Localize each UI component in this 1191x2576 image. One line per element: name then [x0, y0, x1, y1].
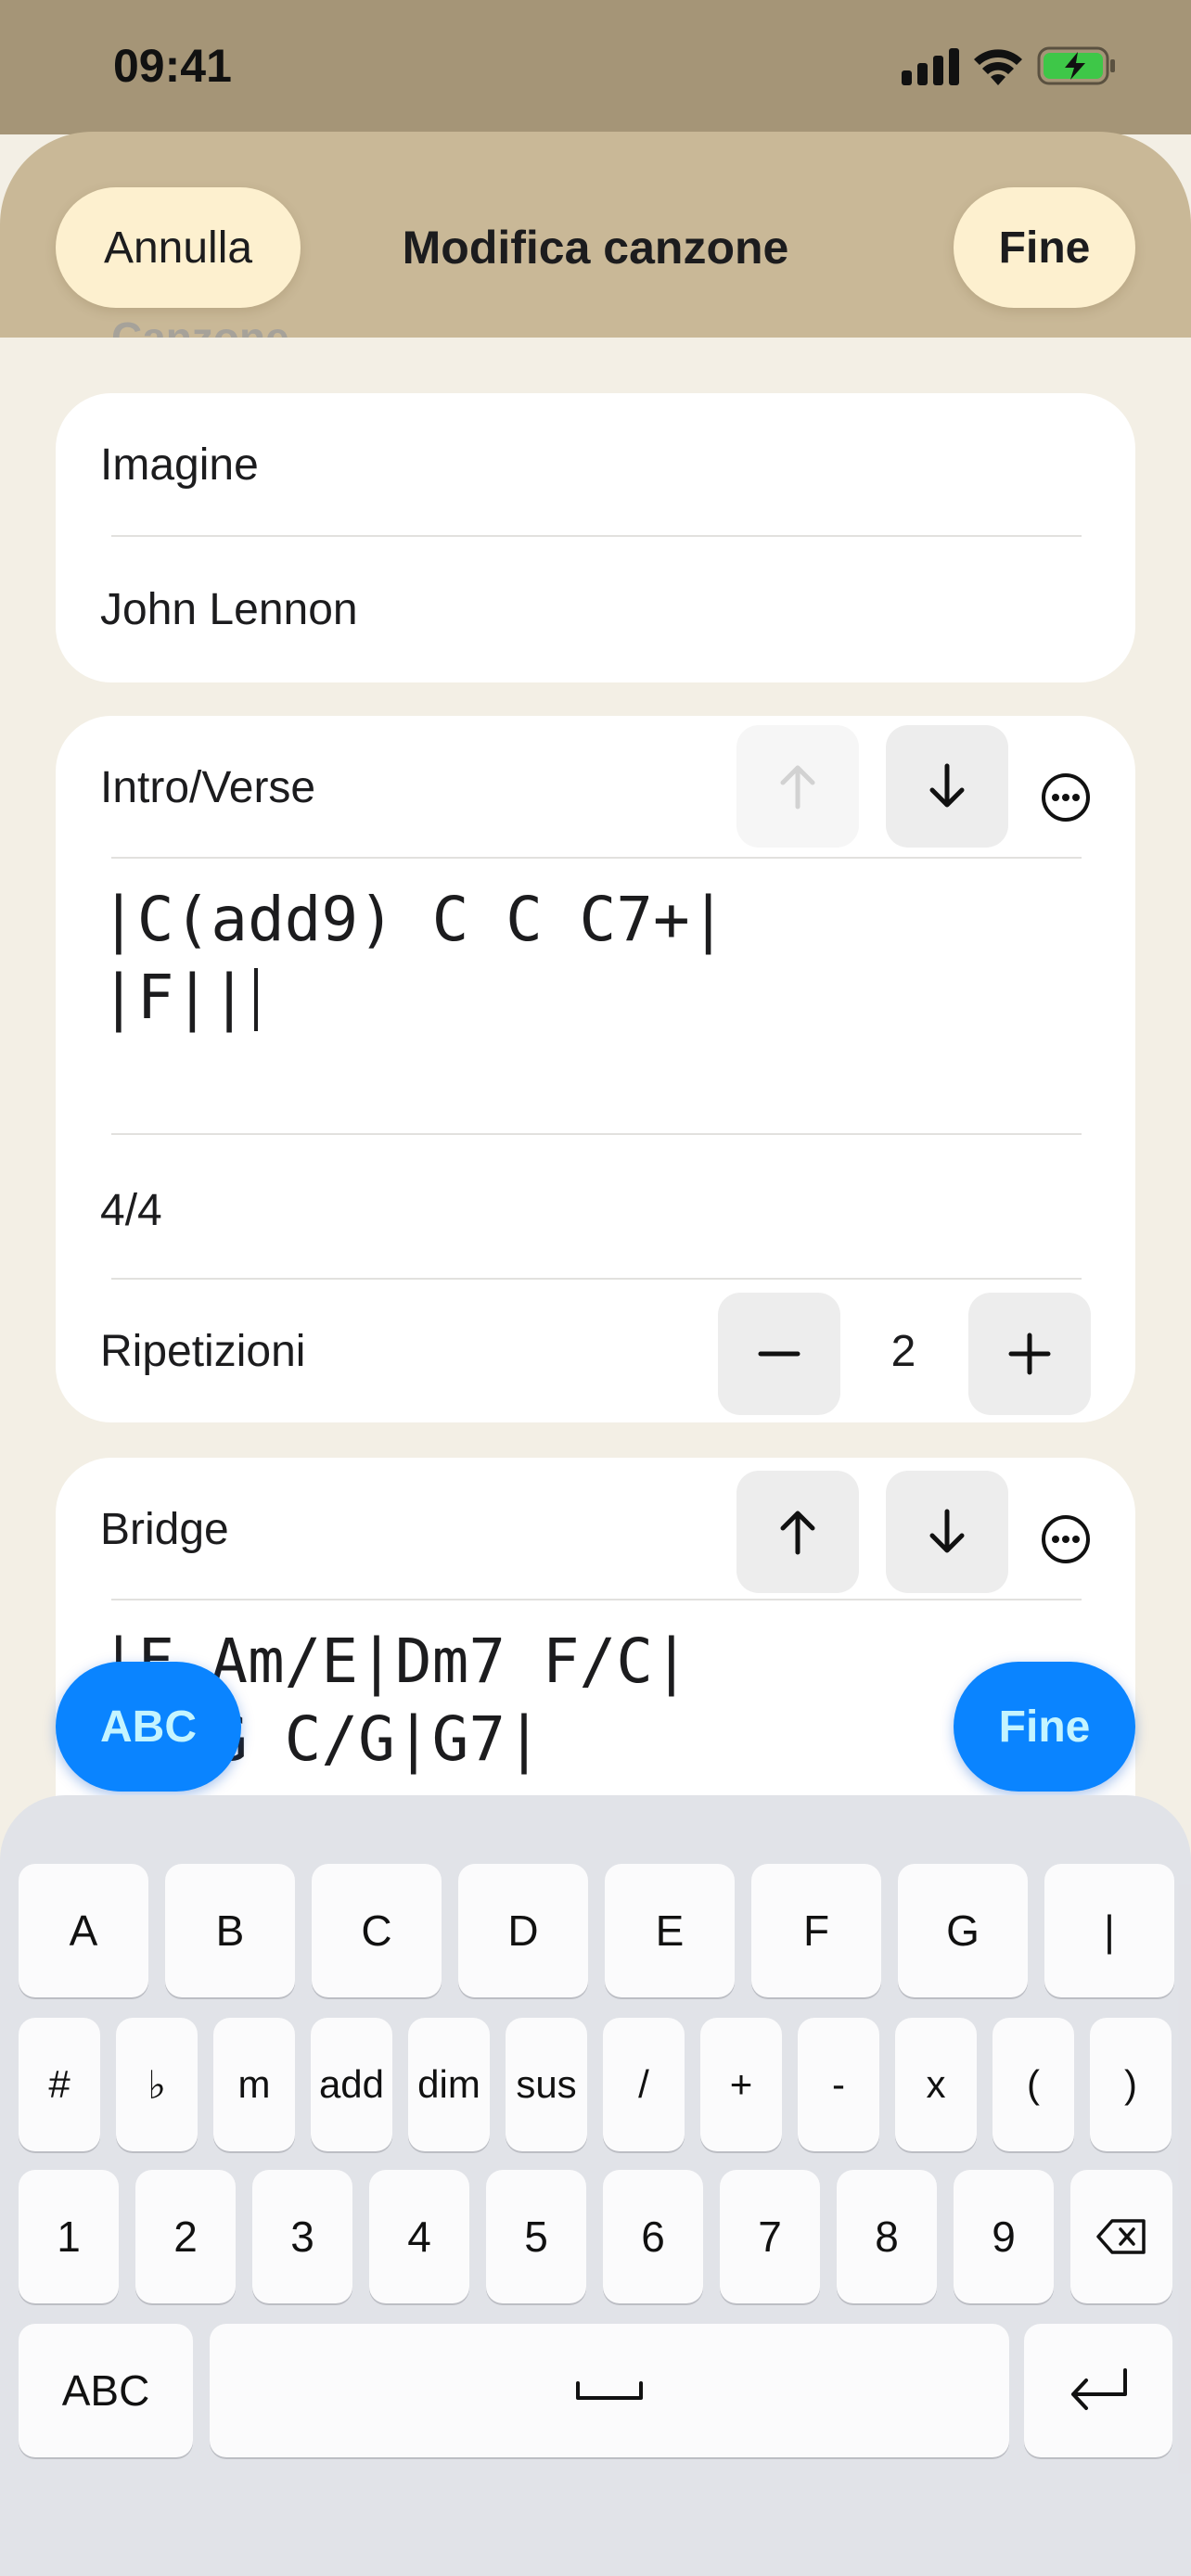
space-key[interactable]: [210, 2324, 1009, 2457]
repetitions-label: Ripetizioni: [100, 1327, 306, 1376]
key-dim[interactable]: dim: [408, 2018, 490, 2151]
plus-icon: [1008, 1333, 1051, 1375]
key-e[interactable]: E: [605, 1864, 735, 1997]
key-g[interactable]: G: [898, 1864, 1028, 1997]
section-name-field[interactable]: Intro/Verse: [100, 762, 315, 813]
decrement-repetitions-button[interactable]: [718, 1293, 840, 1415]
chords-editor[interactable]: |F Am/E|Dm7 F/C| |G G C/G|G7|: [100, 1623, 1083, 1808]
key-9[interactable]: 9: [954, 2170, 1054, 2303]
key-minus[interactable]: -: [798, 2018, 879, 2151]
divider: [111, 535, 1082, 537]
backspace-key[interactable]: [1070, 2170, 1172, 2303]
key-close-paren[interactable]: ): [1090, 2018, 1172, 2151]
time-signature-field[interactable]: 4/4: [100, 1185, 162, 1236]
arrow-down-icon: [929, 1509, 965, 1553]
keyboard-done-button[interactable]: Fine: [954, 1662, 1135, 1792]
key-sharp[interactable]: #: [19, 2018, 100, 2151]
key-flat[interactable]: ♭: [116, 2018, 198, 2151]
status-time: 09:41: [113, 40, 232, 92]
key-1[interactable]: 1: [19, 2170, 119, 2303]
wifi-icon: [974, 49, 1022, 85]
key-open-paren[interactable]: (: [992, 2018, 1074, 2151]
text-cursor: [254, 968, 258, 1031]
battery-charging-icon: [1037, 46, 1115, 85]
divider: [111, 857, 1082, 859]
key-3[interactable]: 3: [252, 2170, 352, 2303]
space-icon: [576, 2381, 643, 2400]
arrow-up-icon: [780, 765, 815, 810]
move-down-button[interactable]: [886, 725, 1008, 848]
abc-mode-key[interactable]: ABC: [19, 2324, 193, 2457]
section-card-intro-verse: Intro/Verse |C(add9) C C C7+| |F|| 4/4 R…: [56, 716, 1135, 1422]
song-artist-field[interactable]: John Lennon: [100, 584, 358, 635]
key-minor[interactable]: m: [213, 2018, 295, 2151]
chords-line: |F||: [100, 962, 248, 1033]
section-name-field[interactable]: Bridge: [100, 1504, 229, 1555]
backspace-icon: [1096, 2219, 1146, 2254]
key-a[interactable]: A: [19, 1864, 148, 1997]
section-header-song: Canzone: [111, 313, 289, 338]
song-info-card: Imagine John Lennon: [56, 393, 1135, 682]
cellular-signal-icon: [902, 48, 959, 85]
key-f[interactable]: F: [751, 1864, 881, 1997]
key-8[interactable]: 8: [837, 2170, 937, 2303]
key-7[interactable]: 7: [720, 2170, 820, 2303]
move-up-button[interactable]: [736, 1471, 859, 1593]
key-2[interactable]: 2: [135, 2170, 236, 2303]
chord-keyboard: A B C D E F G | # ♭ m add dim sus / + - …: [0, 1795, 1191, 2576]
key-d[interactable]: D: [458, 1864, 588, 1997]
repetitions-value: 2: [890, 1327, 916, 1376]
increment-repetitions-button[interactable]: [968, 1293, 1091, 1415]
key-sus[interactable]: sus: [506, 2018, 587, 2151]
key-c[interactable]: C: [312, 1864, 442, 1997]
key-x[interactable]: x: [895, 2018, 977, 2151]
arrow-down-icon: [929, 763, 965, 808]
chords-editor[interactable]: |C(add9) C C C7+| |F||: [100, 881, 1083, 1122]
key-plus[interactable]: +: [700, 2018, 782, 2151]
divider: [111, 1133, 1082, 1135]
abc-keyboard-toggle-button[interactable]: ABC: [56, 1662, 241, 1792]
key-6[interactable]: 6: [603, 2170, 703, 2303]
done-button[interactable]: Fine: [954, 187, 1135, 308]
divider: [111, 1599, 1082, 1600]
move-down-button[interactable]: [886, 1471, 1008, 1593]
key-slash[interactable]: /: [603, 2018, 685, 2151]
key-4[interactable]: 4: [369, 2170, 469, 2303]
key-b[interactable]: B: [165, 1864, 295, 1997]
return-key[interactable]: [1024, 2324, 1172, 2457]
return-icon: [1071, 2368, 1127, 2410]
song-title-field[interactable]: Imagine: [100, 440, 259, 491]
more-options-icon[interactable]: [1040, 1513, 1092, 1565]
key-5[interactable]: 5: [486, 2170, 586, 2303]
divider: [111, 1278, 1082, 1280]
move-up-button: [736, 725, 859, 848]
minus-icon: [758, 1351, 800, 1357]
key-add[interactable]: add: [311, 2018, 392, 2151]
chords-line: |C(add9) C C C7+|: [100, 884, 727, 955]
key-bar[interactable]: |: [1044, 1864, 1174, 1997]
arrow-up-icon: [780, 1511, 815, 1555]
more-options-icon[interactable]: [1040, 772, 1092, 823]
